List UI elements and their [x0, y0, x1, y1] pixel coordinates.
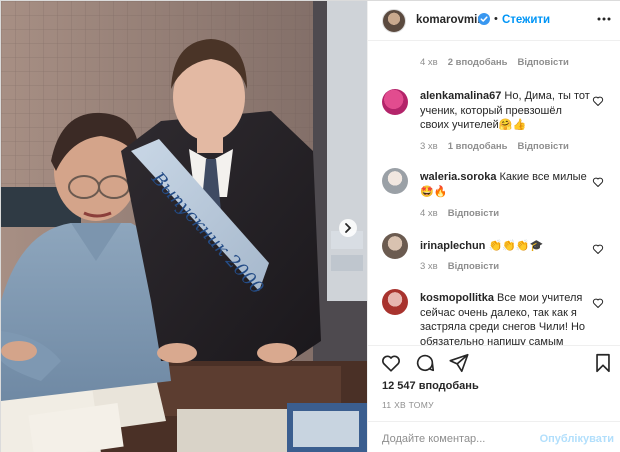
heart-icon[interactable]	[592, 297, 604, 309]
comment-body: 👏👏👏🎓	[488, 240, 544, 252]
publish-button[interactable]: Опублікувати	[540, 433, 614, 445]
add-comment-bar: Опублікувати	[368, 421, 620, 452]
commenter-username[interactable]: kosmopollitka	[420, 292, 494, 304]
commenter-avatar[interactable]	[382, 289, 408, 315]
verified-icon	[478, 13, 490, 25]
commenter-username[interactable]: alenkamalina67	[420, 90, 501, 102]
instagram-post: Выпускник 2000 komarovmir • Стежити 4 хв…	[0, 0, 620, 452]
post-header: komarovmir • Стежити	[368, 1, 620, 41]
comment-time: 3 хв	[420, 141, 438, 152]
more-icon[interactable]	[596, 11, 612, 27]
comment-time: 4 хв	[420, 208, 438, 219]
comment-text: alenkamalina67 Но, Дима, ты тот ученик, …	[420, 89, 590, 133]
commenter-avatar[interactable]	[382, 89, 408, 115]
comment-text: irinaplechun 👏👏👏🎓	[420, 239, 590, 254]
chevron-right-icon	[345, 223, 352, 233]
comment-meta: 4 хв Відповісти	[420, 208, 499, 219]
commenter-username[interactable]: waleria.soroka	[420, 171, 496, 183]
post-actions: 12 547 вподобань 11 ХВ ТОМУ Опублікувати	[368, 345, 620, 452]
post-sidebar: komarovmir • Стежити 4 хв 2 вподобань Відп…	[367, 1, 620, 452]
author-username[interactable]: komarovmir	[416, 14, 482, 26]
comments-list[interactable]: 4 хв 2 вподобань Відповісти alenkamalina67…	[368, 41, 620, 345]
reply-button[interactable]: Відповісти	[517, 57, 568, 68]
commenter-username[interactable]: irinaplechun	[420, 240, 485, 252]
photo-illustration: Выпускник 2000	[1, 1, 367, 452]
author-avatar[interactable]	[382, 9, 406, 33]
next-photo-button[interactable]	[339, 219, 357, 237]
separator-dot: •	[494, 13, 498, 25]
comment-time: 3 хв	[420, 261, 438, 272]
follow-button[interactable]: Стежити	[502, 14, 550, 26]
bookmark-icon[interactable]	[592, 352, 614, 374]
heart-icon[interactable]	[592, 243, 604, 255]
reply-button[interactable]: Відповісти	[517, 141, 568, 152]
comment-icon[interactable]	[414, 352, 436, 374]
comment-likes[interactable]: 1 вподобань	[448, 141, 508, 152]
comment-meta: 3 хв Відповісти	[420, 261, 499, 272]
commenter-avatar[interactable]	[382, 233, 408, 259]
heart-icon[interactable]	[592, 95, 604, 107]
comment-text: waleria.soroka Какие все милые 🤩🔥	[420, 170, 590, 199]
share-icon[interactable]	[448, 352, 470, 374]
like-heart-icon[interactable]	[380, 352, 402, 374]
reply-button[interactable]: Відповісти	[448, 208, 499, 219]
commenter-avatar[interactable]	[382, 168, 408, 194]
comment-meta: 3 хв 1 вподобань Відповісти	[420, 141, 569, 152]
post-time[interactable]: 11 ХВ ТОМУ	[382, 400, 434, 410]
post-photo[interactable]: Выпускник 2000	[1, 1, 367, 452]
comment-input[interactable]	[382, 430, 542, 448]
likes-count[interactable]: 12 547 вподобань	[382, 380, 479, 392]
comment-time: 4 хв	[420, 57, 438, 68]
comment-meta: 4 хв 2 вподобань Відповісти	[420, 57, 569, 68]
comment-text: kosmopollitka Все мои учителя сейчас оче…	[420, 291, 590, 345]
heart-icon[interactable]	[592, 176, 604, 188]
reply-button[interactable]: Відповісти	[448, 261, 499, 272]
comment-likes[interactable]: 2 вподобань	[448, 57, 508, 68]
